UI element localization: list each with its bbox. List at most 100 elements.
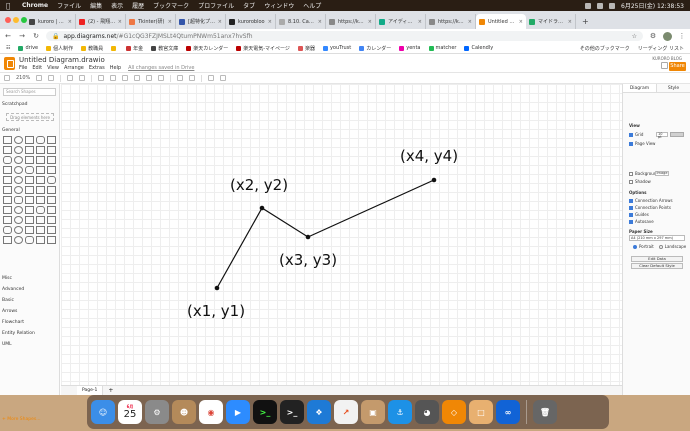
connection-points-option[interactable]: Connection Points [629,205,671,210]
point-3-marker[interactable] [305,234,311,240]
bookmark-item[interactable] [111,45,118,52]
shape-thumbnail[interactable] [3,146,12,154]
browser-tab[interactable]: マイドライブ × [526,14,576,29]
tab-close-icon[interactable]: × [318,19,322,25]
tab-close-icon[interactable]: × [519,19,523,25]
section-entity-relation[interactable]: Entity Relation [2,331,35,336]
grid-option[interactable]: Grid [629,132,643,137]
shape-thumbnail[interactable] [36,236,45,244]
shape-thumbnail[interactable] [14,196,23,204]
shape-thumbnail[interactable] [3,156,12,164]
wifi-icon[interactable] [585,2,591,9]
tab-close-icon[interactable]: × [168,19,172,25]
connection-points-checkbox[interactable] [629,205,633,210]
bookmark-item[interactable]: matcher [428,45,456,52]
search-shapes-input[interactable]: Search Shapes [3,88,56,96]
shape-thumbnail[interactable] [47,186,56,194]
connection-arrows-checkbox[interactable] [629,198,633,203]
shape-thumbnail[interactable] [25,136,34,144]
address-bar[interactable]: 🔒 app.diagrams.net/#G1cQG3FZJMSLt4QtumPN… [46,31,643,41]
point-3-label[interactable]: (x3, y3) [279,251,337,269]
shape-thumbnail[interactable] [25,216,34,224]
tab-close-icon[interactable]: × [468,19,472,25]
shadow-icon[interactable] [158,75,165,81]
point-2-label[interactable]: (x2, y2) [230,176,288,194]
section-arrows[interactable]: Arrows [2,309,17,314]
zoom-level[interactable]: 210% [16,75,30,81]
chrome-menu-icon[interactable]: ⋮ [678,32,686,40]
shape-thumbnail[interactable] [47,226,56,234]
point-1-label[interactable]: (x1, y1) [187,302,245,320]
shape-thumbnail[interactable] [25,186,34,194]
document-title[interactable]: Untitled Diagram.drawio [19,56,105,64]
reading-list[interactable]: リーディング リスト [638,45,684,52]
chrome-icon[interactable]: ◉ [199,400,223,424]
guides-checkbox[interactable] [629,212,633,217]
section-flowchart[interactable]: Flowchart [2,320,24,325]
shape-thumbnail[interactable] [14,136,23,144]
shape-thumbnail[interactable] [25,236,34,244]
clear-default-style-button[interactable]: Clear Default Style [631,263,683,269]
menu-app-name[interactable]: Chrome [22,2,48,9]
extensions-icon[interactable]: ⚙ [649,32,657,40]
to-front-icon[interactable] [110,75,117,81]
vscode-icon[interactable]: ❖ [307,400,331,424]
profile-avatar[interactable] [663,31,672,41]
bookmark-item[interactable]: 年金 [126,45,143,52]
menu-help[interactable]: Help [110,65,121,71]
menu-edit[interactable]: Edit [32,65,42,71]
tab-close-icon[interactable]: × [118,19,122,25]
shape-thumbnail[interactable] [36,176,45,184]
waypoints-icon[interactable] [189,75,196,81]
shape-thumbnail[interactable] [3,186,12,194]
shape-thumbnail[interactable] [36,146,45,154]
shape-thumbnail[interactable] [36,166,45,174]
menu-file[interactable]: ファイル [57,1,81,10]
shape-thumbnail[interactable] [47,236,56,244]
autosave-checkbox[interactable] [629,219,633,224]
shape-thumbnail[interactable] [14,176,23,184]
shape-thumbnail[interactable] [47,146,56,154]
zoom-out-icon[interactable] [48,75,55,81]
back-icon[interactable]: ← [4,32,12,40]
undo-icon[interactable] [67,75,74,81]
reload-icon[interactable]: ↻ [32,32,40,40]
bookmark-item[interactable]: 楽器 [297,45,315,52]
bookmark-item[interactable]: カレンダー [359,45,391,52]
menu-window[interactable]: ウィンドウ [264,1,294,10]
shape-thumbnail[interactable] [47,156,56,164]
shape-thumbnail[interactable] [14,166,23,174]
chart-app-icon[interactable]: ↗ [334,400,358,424]
shape-thumbnail[interactable] [36,196,45,204]
shape-thumbnail[interactable] [25,196,34,204]
shape-thumbnail[interactable] [47,166,56,174]
bookmark-item[interactable]: youTrust [322,45,351,52]
shape-thumbnail[interactable] [36,226,45,234]
shape-thumbnail[interactable] [3,226,12,234]
autosave-option[interactable]: Autosave [629,219,654,224]
shape-thumbnail[interactable] [47,176,56,184]
battery-icon[interactable] [597,2,603,9]
menu-profiles[interactable]: プロファイル [198,1,234,10]
shape-thumbnail[interactable] [3,136,12,144]
shape-thumbnail[interactable] [14,236,23,244]
calendar-icon[interactable]: 6月 25 [118,400,142,424]
fullscreen-icon[interactable] [661,62,668,69]
page-view-option[interactable]: Page View [629,141,655,146]
edit-data-button[interactable]: Edit Data [631,256,683,262]
control-center-icon[interactable] [609,2,615,9]
shape-thumbnail[interactable] [25,166,34,174]
shape-thumbnail[interactable] [14,146,23,154]
menu-view[interactable]: View [47,65,59,71]
shape-thumbnail[interactable] [25,146,34,154]
browser-tab[interactable]: アイディア出 × [376,14,426,29]
point-1-marker[interactable] [214,285,220,291]
tab-close-icon[interactable]: × [218,19,222,25]
add-page-button[interactable]: + [108,387,113,394]
fill-color-icon[interactable] [134,75,141,81]
page-view-checkbox[interactable] [629,141,633,146]
shape-thumbnail[interactable] [14,226,23,234]
shape-thumbnail[interactable] [25,226,34,234]
bookmark-item[interactable]: 個人制作 [46,45,73,52]
shape-thumbnail[interactable] [14,206,23,214]
